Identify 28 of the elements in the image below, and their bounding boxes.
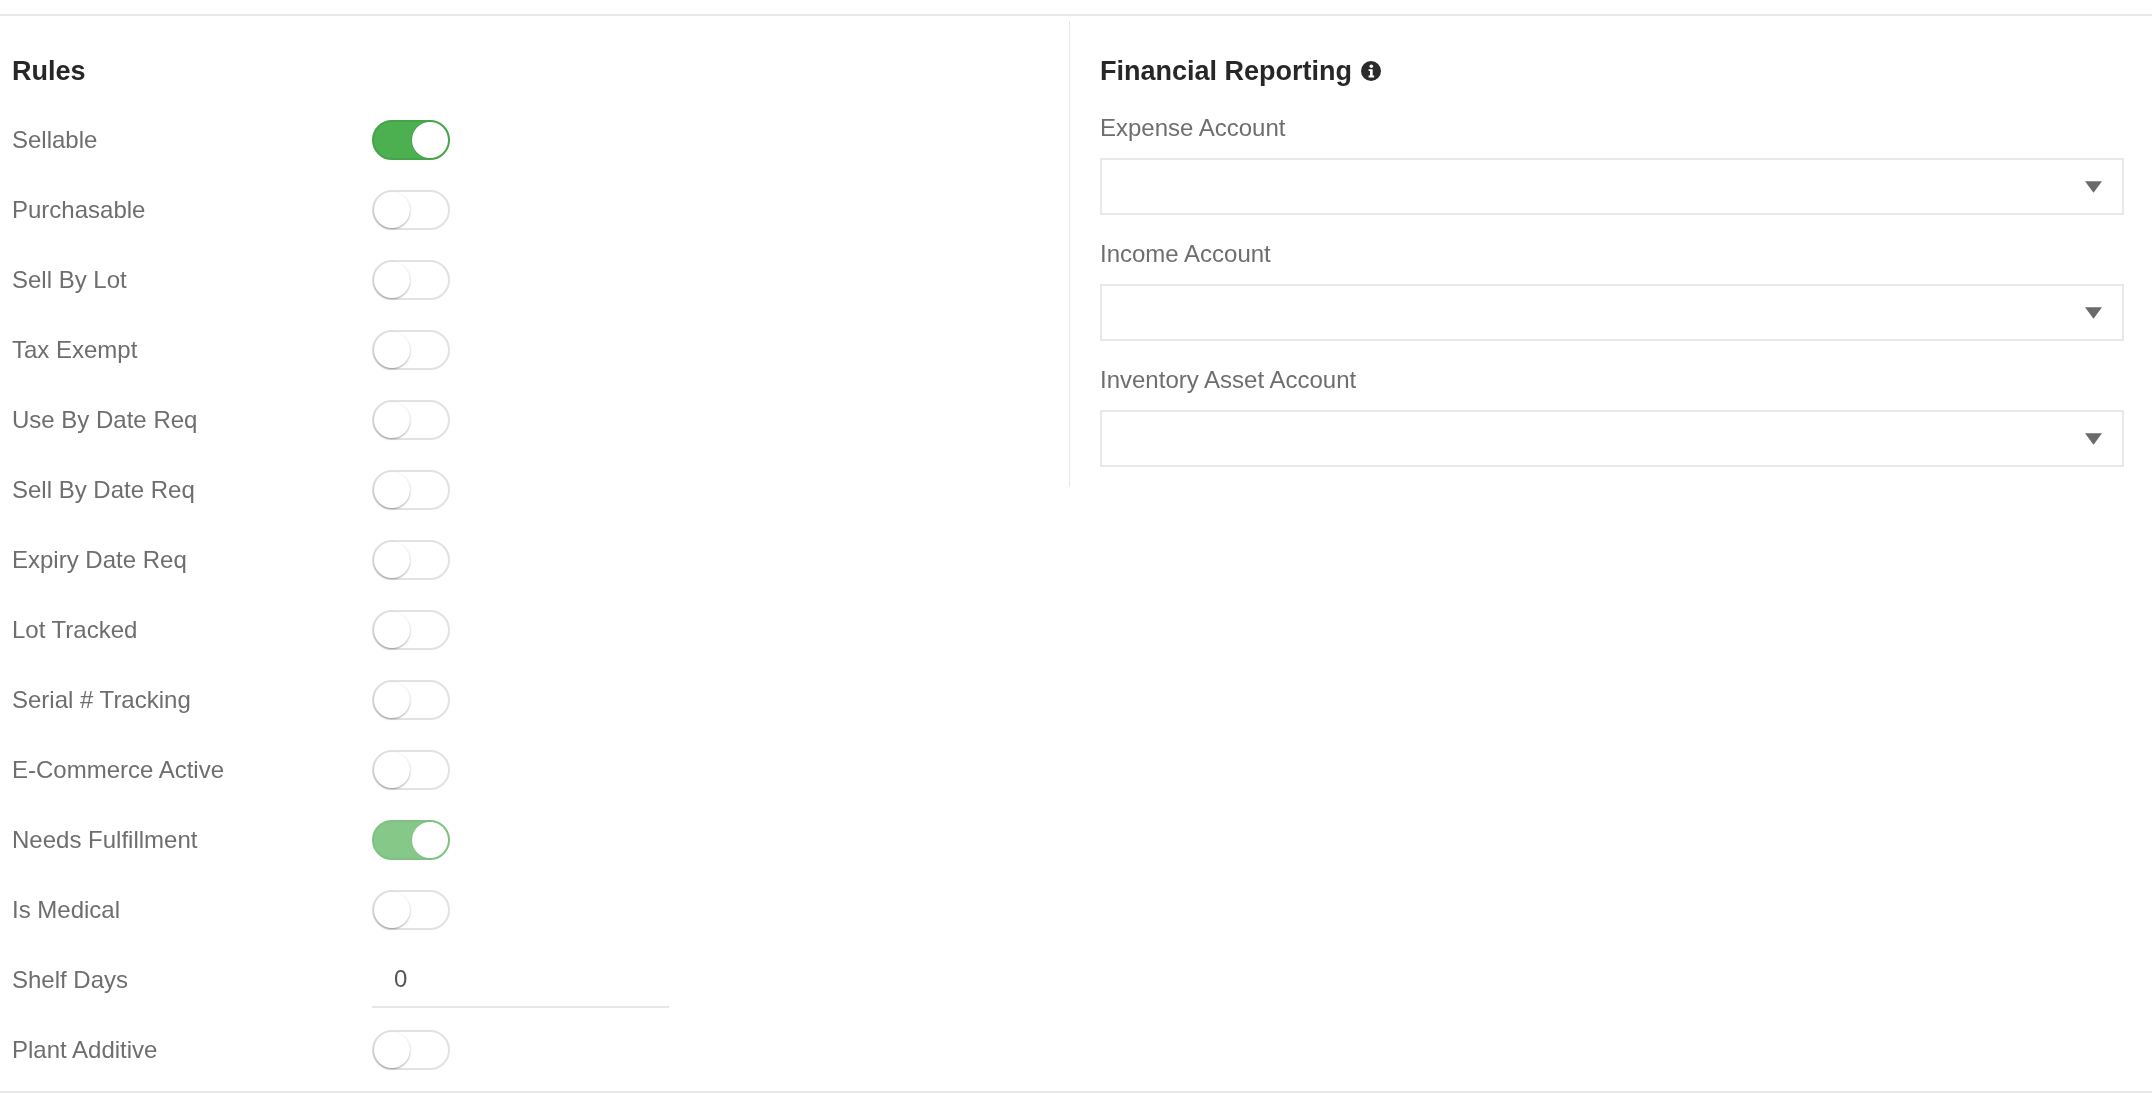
caret-icon <box>2085 306 2102 319</box>
field-label: Is Medical <box>12 895 122 925</box>
field-label: Serial # Tracking <box>12 685 192 715</box>
field-label: Needs Fulfillment <box>12 825 199 855</box>
field-label: Shelf Days <box>12 965 130 995</box>
dropdown-select[interactable] <box>1100 284 2124 341</box>
field-label: Inventory Asset Account <box>1100 366 1358 394</box>
field-label: Tax Exempt <box>12 335 139 365</box>
section-heading: Financial Reporting <box>1100 55 1353 88</box>
caret-icon <box>2085 180 2102 193</box>
field-label: E-Commerce Active <box>12 755 226 785</box>
caret-icon <box>2085 432 2102 445</box>
toggle-switch[interactable] <box>372 120 450 160</box>
field-label: Expiry Date Req <box>12 545 188 575</box>
field-label: Income Account <box>1100 240 1272 268</box>
field-label: Sell By Lot <box>12 265 128 295</box>
info-icon <box>1361 61 1382 81</box>
field-label: Sell By Date Req <box>12 475 196 505</box>
field-label: Use By Date Req <box>12 405 199 435</box>
dropdown-select[interactable] <box>1100 410 2124 467</box>
field-label: Sellable <box>12 125 99 155</box>
field-label: Lot Tracked <box>12 615 139 645</box>
field-label: Purchasable <box>12 195 147 225</box>
field-label: Expense Account <box>1100 114 1287 142</box>
dropdown-select[interactable] <box>1100 158 2124 215</box>
section-heading: Rules <box>12 55 87 88</box>
field-label: Plant Additive <box>12 1035 159 1065</box>
input-field[interactable]: 0 <box>372 952 669 1008</box>
